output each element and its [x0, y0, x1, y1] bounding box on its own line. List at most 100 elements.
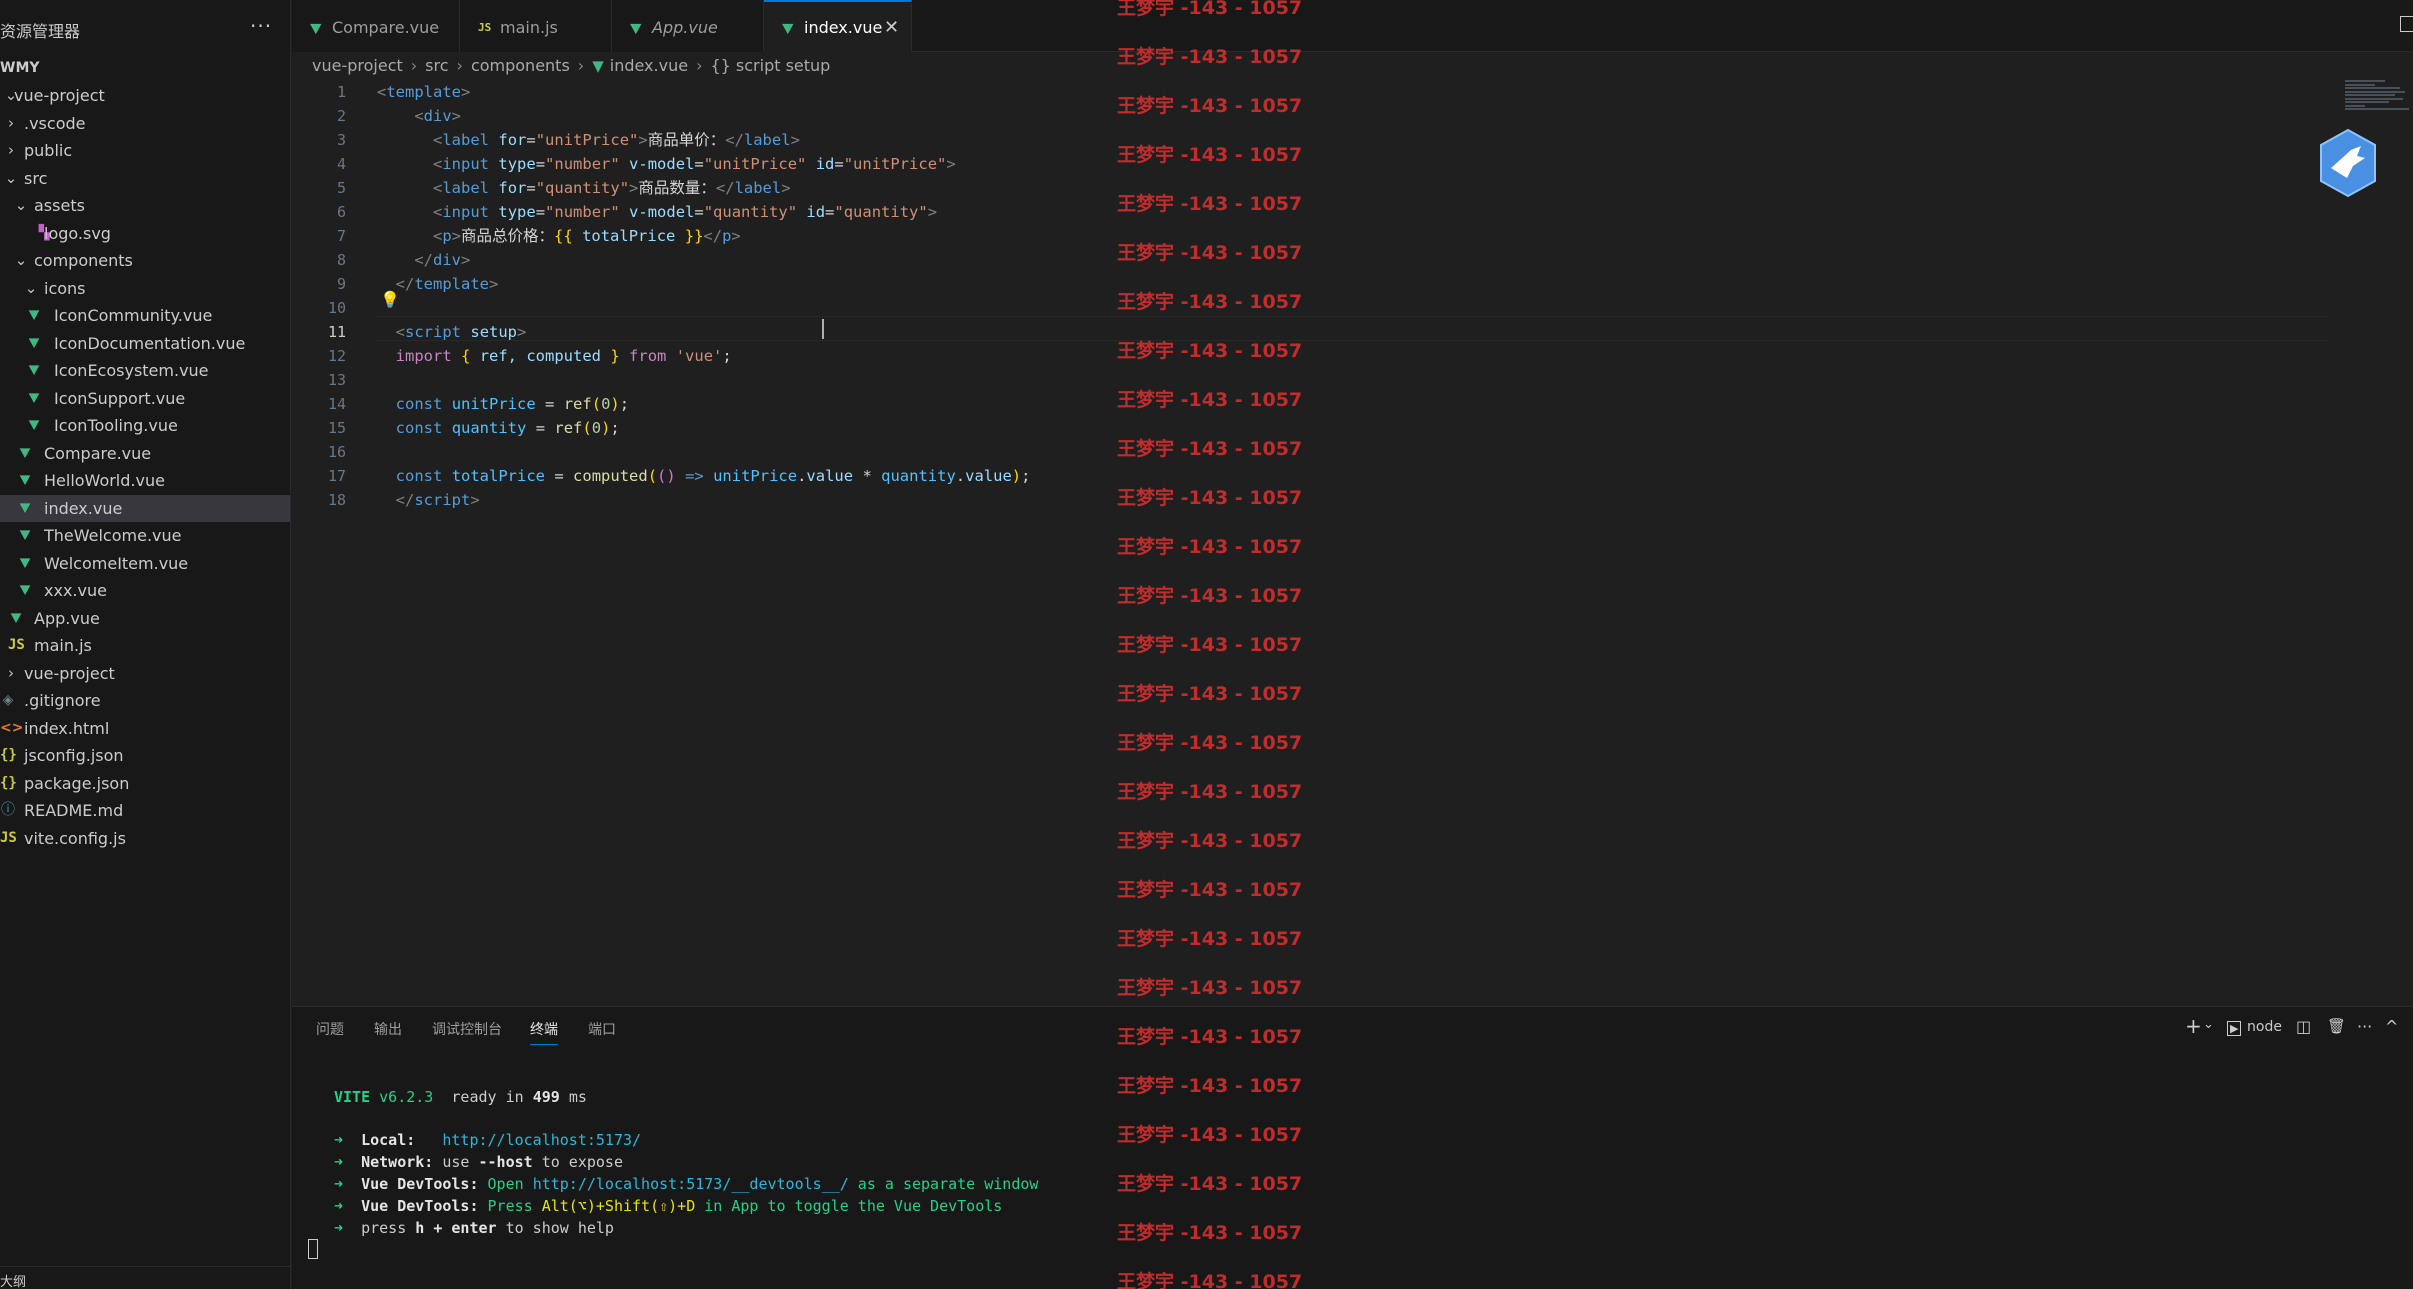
minimap[interactable] [2345, 80, 2409, 116]
tree-item-xxx-vue[interactable]: ▼ xxx.vue [0, 577, 290, 605]
panel-tab-output[interactable]: 输出 [374, 1019, 402, 1039]
breadcrumb-item[interactable]: src [425, 56, 448, 75]
chevron-down-icon[interactable]: ⌄ [2203, 1017, 2214, 1032]
tree-item-src[interactable]: ⌄ src [0, 165, 290, 193]
tree-item-label: logo.svg [44, 223, 111, 243]
tree-item-index-html[interactable]: <> index.html [0, 715, 290, 743]
chevron-down-icon[interactable]: ⌄ [4, 165, 18, 193]
tree-item-label: IconEcosystem.vue [54, 361, 209, 380]
tree-item-package-json[interactable]: {} package.json [0, 770, 290, 798]
tree-item-label: index.vue [44, 498, 123, 518]
watermark-text: 王梦宇 -143 - 1057 [1117, 1222, 1303, 1244]
tree-item-iconcommunity-vue[interactable]: ▼ IconCommunity.vue [0, 302, 290, 330]
json-file-icon: {} [0, 747, 17, 763]
outline-section[interactable]: 大纲 [0, 1271, 26, 1289]
terminal-icon: ▶ [2227, 1021, 2242, 1036]
tab-label: App.vue [652, 18, 718, 37]
watermark-text: 王梦宇 -143 - 1057 [1117, 1075, 1303, 1097]
tree-item-thewelcome-vue[interactable]: ▼ TheWelcome.vue [0, 522, 290, 550]
terminal-line: ➜ Local: http://localhost:5173/ [334, 1131, 642, 1149]
tree-item-iconsupport-vue[interactable]: ▼ IconSupport.vue [0, 385, 290, 413]
panel-tab-terminal[interactable]: 终端 [530, 1019, 558, 1045]
tree-item-assets[interactable]: ⌄ assets [0, 192, 290, 220]
tree-item-vite-config-js[interactable]: JS vite.config.js [0, 825, 290, 853]
tree-item-label: main.js [34, 636, 92, 655]
panel-tab-ports[interactable]: 端口 [588, 1019, 616, 1039]
panel-tab-problems[interactable]: 问题 [316, 1019, 344, 1039]
breadcrumb-item[interactable]: {} script setup [710, 56, 830, 75]
terminal-line: ➜ Vue DevTools: Open http://localhost:51… [334, 1175, 1039, 1193]
more-actions-icon[interactable]: ··· [250, 14, 272, 38]
chevron-down-icon[interactable]: ⌄ [14, 192, 28, 220]
tree-item-logo-svg[interactable]: ▚ logo.svg [0, 220, 290, 248]
tree-item-vue-project[interactable]: › vue-project [0, 660, 290, 688]
tab-main-js[interactable]: JS main.js [460, 0, 612, 52]
tree-item-readme-md[interactable]: ⓘ README.md [0, 797, 290, 825]
code-line-5: <label for="quantity">商品数量：</label> [433, 179, 791, 197]
new-terminal-icon[interactable]: + [2185, 1014, 2202, 1038]
vue-file-icon: ▼ [630, 19, 642, 37]
tree-item-helloworld-vue[interactable]: ▼ HelloWorld.vue [0, 467, 290, 495]
tree-item-iconecosystem-vue[interactable]: ▼ IconEcosystem.vue [0, 357, 290, 385]
code-editor[interactable]: 1 2 3 4 5 6 7 8 9 10 11 12 13 14 15 16 17 18 💡 <template>… [292, 80, 2413, 1005]
tree-item-label: vite.config.js [24, 828, 126, 848]
chevron-down-icon[interactable]: ⌄ [24, 275, 38, 303]
tree-item-label: components [34, 251, 133, 270]
more-actions-icon[interactable]: ··· [2357, 1017, 2372, 1036]
watermark-text: 王梦宇 -143 - 1057 [1117, 732, 1303, 754]
vue-file-icon: ▼ [782, 19, 794, 37]
panel-tab-debug-console[interactable]: 调试控制台 [432, 1019, 502, 1039]
terminal-line: ➜ Vue DevTools: Press Alt(⌥)+Shift(⇧)+D … [334, 1197, 1003, 1215]
tree-item-icontooling-vue[interactable]: ▼ IconTooling.vue [0, 412, 290, 440]
tree-item-public[interactable]: › public [0, 137, 290, 165]
watermark-text: 王梦宇 -143 - 1057 [1117, 46, 1303, 68]
tree-item-label: xxx.vue [44, 581, 107, 600]
code-line-11: <script setup> [395, 323, 527, 341]
code-line-3: <label for="unitPrice">商品单价：</label> [433, 131, 800, 149]
tab-index-vue[interactable]: ▼ index.vue ✕ [764, 0, 912, 52]
chevron-right-icon[interactable]: › [4, 137, 18, 165]
trash-icon[interactable]: 🗑 [2327, 1017, 2346, 1035]
chevron-right-icon: › [577, 56, 585, 75]
breadcrumb-item[interactable]: index.vue [610, 56, 688, 75]
tree-item-icons[interactable]: ⌄ icons [0, 275, 290, 303]
terminal-line: VITE v6.2.3 ready in 499 ms [334, 1088, 587, 1106]
tree-item-vscode[interactable]: › .vscode [0, 110, 290, 138]
chevron-right-icon[interactable]: › [4, 660, 18, 688]
tree-item-gitignore[interactable]: ◈ .gitignore [0, 687, 290, 715]
tree-item-app-vue[interactable]: ▼ App.vue [0, 605, 290, 633]
tree-item-icondocumentation-vue[interactable]: ▼ IconDocumentation.vue [0, 330, 290, 358]
terminal-shell-name[interactable]: node [2247, 1019, 2282, 1035]
chevron-up-icon[interactable]: ^ [2385, 1017, 2398, 1036]
tree-item-label: WelcomeItem.vue [44, 553, 189, 573]
tree-item-welcomeitem-vue[interactable]: ▼ WelcomeItem.vue [0, 550, 290, 578]
tab-app-vue[interactable]: ▼ App.vue [612, 0, 764, 52]
tree-item-label: IconDocumentation.vue [54, 333, 246, 353]
tree-item-label: jsconfig.json [24, 746, 124, 765]
chevron-down-icon[interactable]: ⌄ [14, 247, 28, 275]
tree-item-compare-vue[interactable]: ▼ Compare.vue [0, 440, 290, 468]
line-number: 5 [336, 179, 346, 197]
watermark-text: 王梦宇 -143 - 1057 [1117, 1026, 1303, 1048]
tab-compare-vue[interactable]: ▼ Compare.vue [292, 0, 460, 52]
tree-item-jsconfig-json[interactable]: {} jsconfig.json [0, 742, 290, 770]
breadcrumb-item[interactable]: vue-project [312, 56, 403, 75]
watermark-text: 王梦宇 -143 - 1057 [1117, 438, 1303, 460]
close-icon[interactable]: ✕ [884, 2, 899, 54]
code-line-15: const quantity = ref(0); [395, 419, 620, 437]
split-editor-icon[interactable] [2400, 16, 2413, 32]
tree-item-label: IconCommunity.vue [54, 306, 213, 325]
breadcrumb-item[interactable]: components [471, 56, 570, 75]
chevron-right-icon[interactable]: › [4, 110, 18, 138]
vue-file-icon: ▼ [28, 417, 40, 433]
workspace-root[interactable]: WMY [0, 55, 40, 82]
split-terminal-icon[interactable]: ◫ [2296, 1017, 2311, 1036]
watermark-text: 王梦宇 -143 - 1057 [1117, 0, 1303, 19]
assistant-bird-icon[interactable] [2317, 128, 2379, 198]
tree-item-label: icons [44, 278, 86, 298]
tree-item-vue-project[interactable]: ⌄ vue-project [0, 82, 290, 110]
tree-item-components[interactable]: ⌄ components [0, 247, 290, 275]
tree-item-index-vue[interactable]: ▼ index.vue [0, 494, 290, 522]
line-number: 1 [336, 83, 346, 101]
tree-item-main-js[interactable]: JS main.js [0, 632, 290, 660]
